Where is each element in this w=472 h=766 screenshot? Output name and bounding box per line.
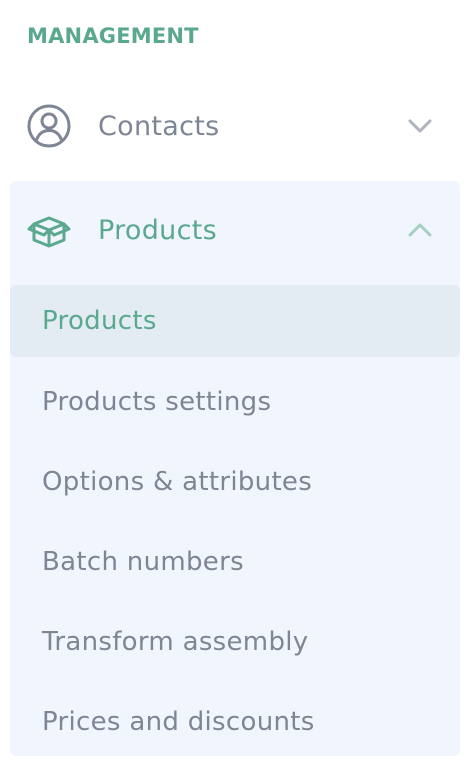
- subnav-item-products[interactable]: Products: [10, 285, 460, 357]
- nav-item-contacts-label: Contacts: [98, 110, 220, 142]
- subnav-item-label: Products: [42, 306, 157, 336]
- box-icon: [26, 207, 72, 253]
- nav-item-products[interactable]: Products: [0, 200, 472, 260]
- section-title: MANAGEMENT: [27, 24, 199, 48]
- subnav-item-label: Options & attributes: [42, 467, 313, 497]
- user-circle-icon: [26, 103, 72, 149]
- subnav-item-prices-discounts[interactable]: Prices and discounts: [10, 686, 460, 758]
- subnav-item-label: Prices and discounts: [42, 707, 315, 737]
- subnav-item-batch-numbers[interactable]: Batch numbers: [10, 526, 460, 598]
- chevron-up-icon[interactable]: [404, 214, 436, 246]
- subnav-item-label: Products settings: [42, 387, 272, 417]
- subnav-item-label: Transform assembly: [42, 627, 309, 657]
- subnav-item-label: Batch numbers: [42, 547, 244, 577]
- nav-item-contacts[interactable]: Contacts: [0, 96, 472, 156]
- subnav-item-options-attributes[interactable]: Options & attributes: [10, 446, 460, 518]
- chevron-down-icon[interactable]: [404, 110, 436, 142]
- nav-item-products-label: Products: [98, 214, 217, 246]
- subnav-item-products-settings[interactable]: Products settings: [10, 366, 460, 438]
- subnav-item-transform-assembly[interactable]: Transform assembly: [10, 606, 460, 678]
- sidebar-management: MANAGEMENT Contacts Products Products Pr…: [0, 0, 472, 766]
